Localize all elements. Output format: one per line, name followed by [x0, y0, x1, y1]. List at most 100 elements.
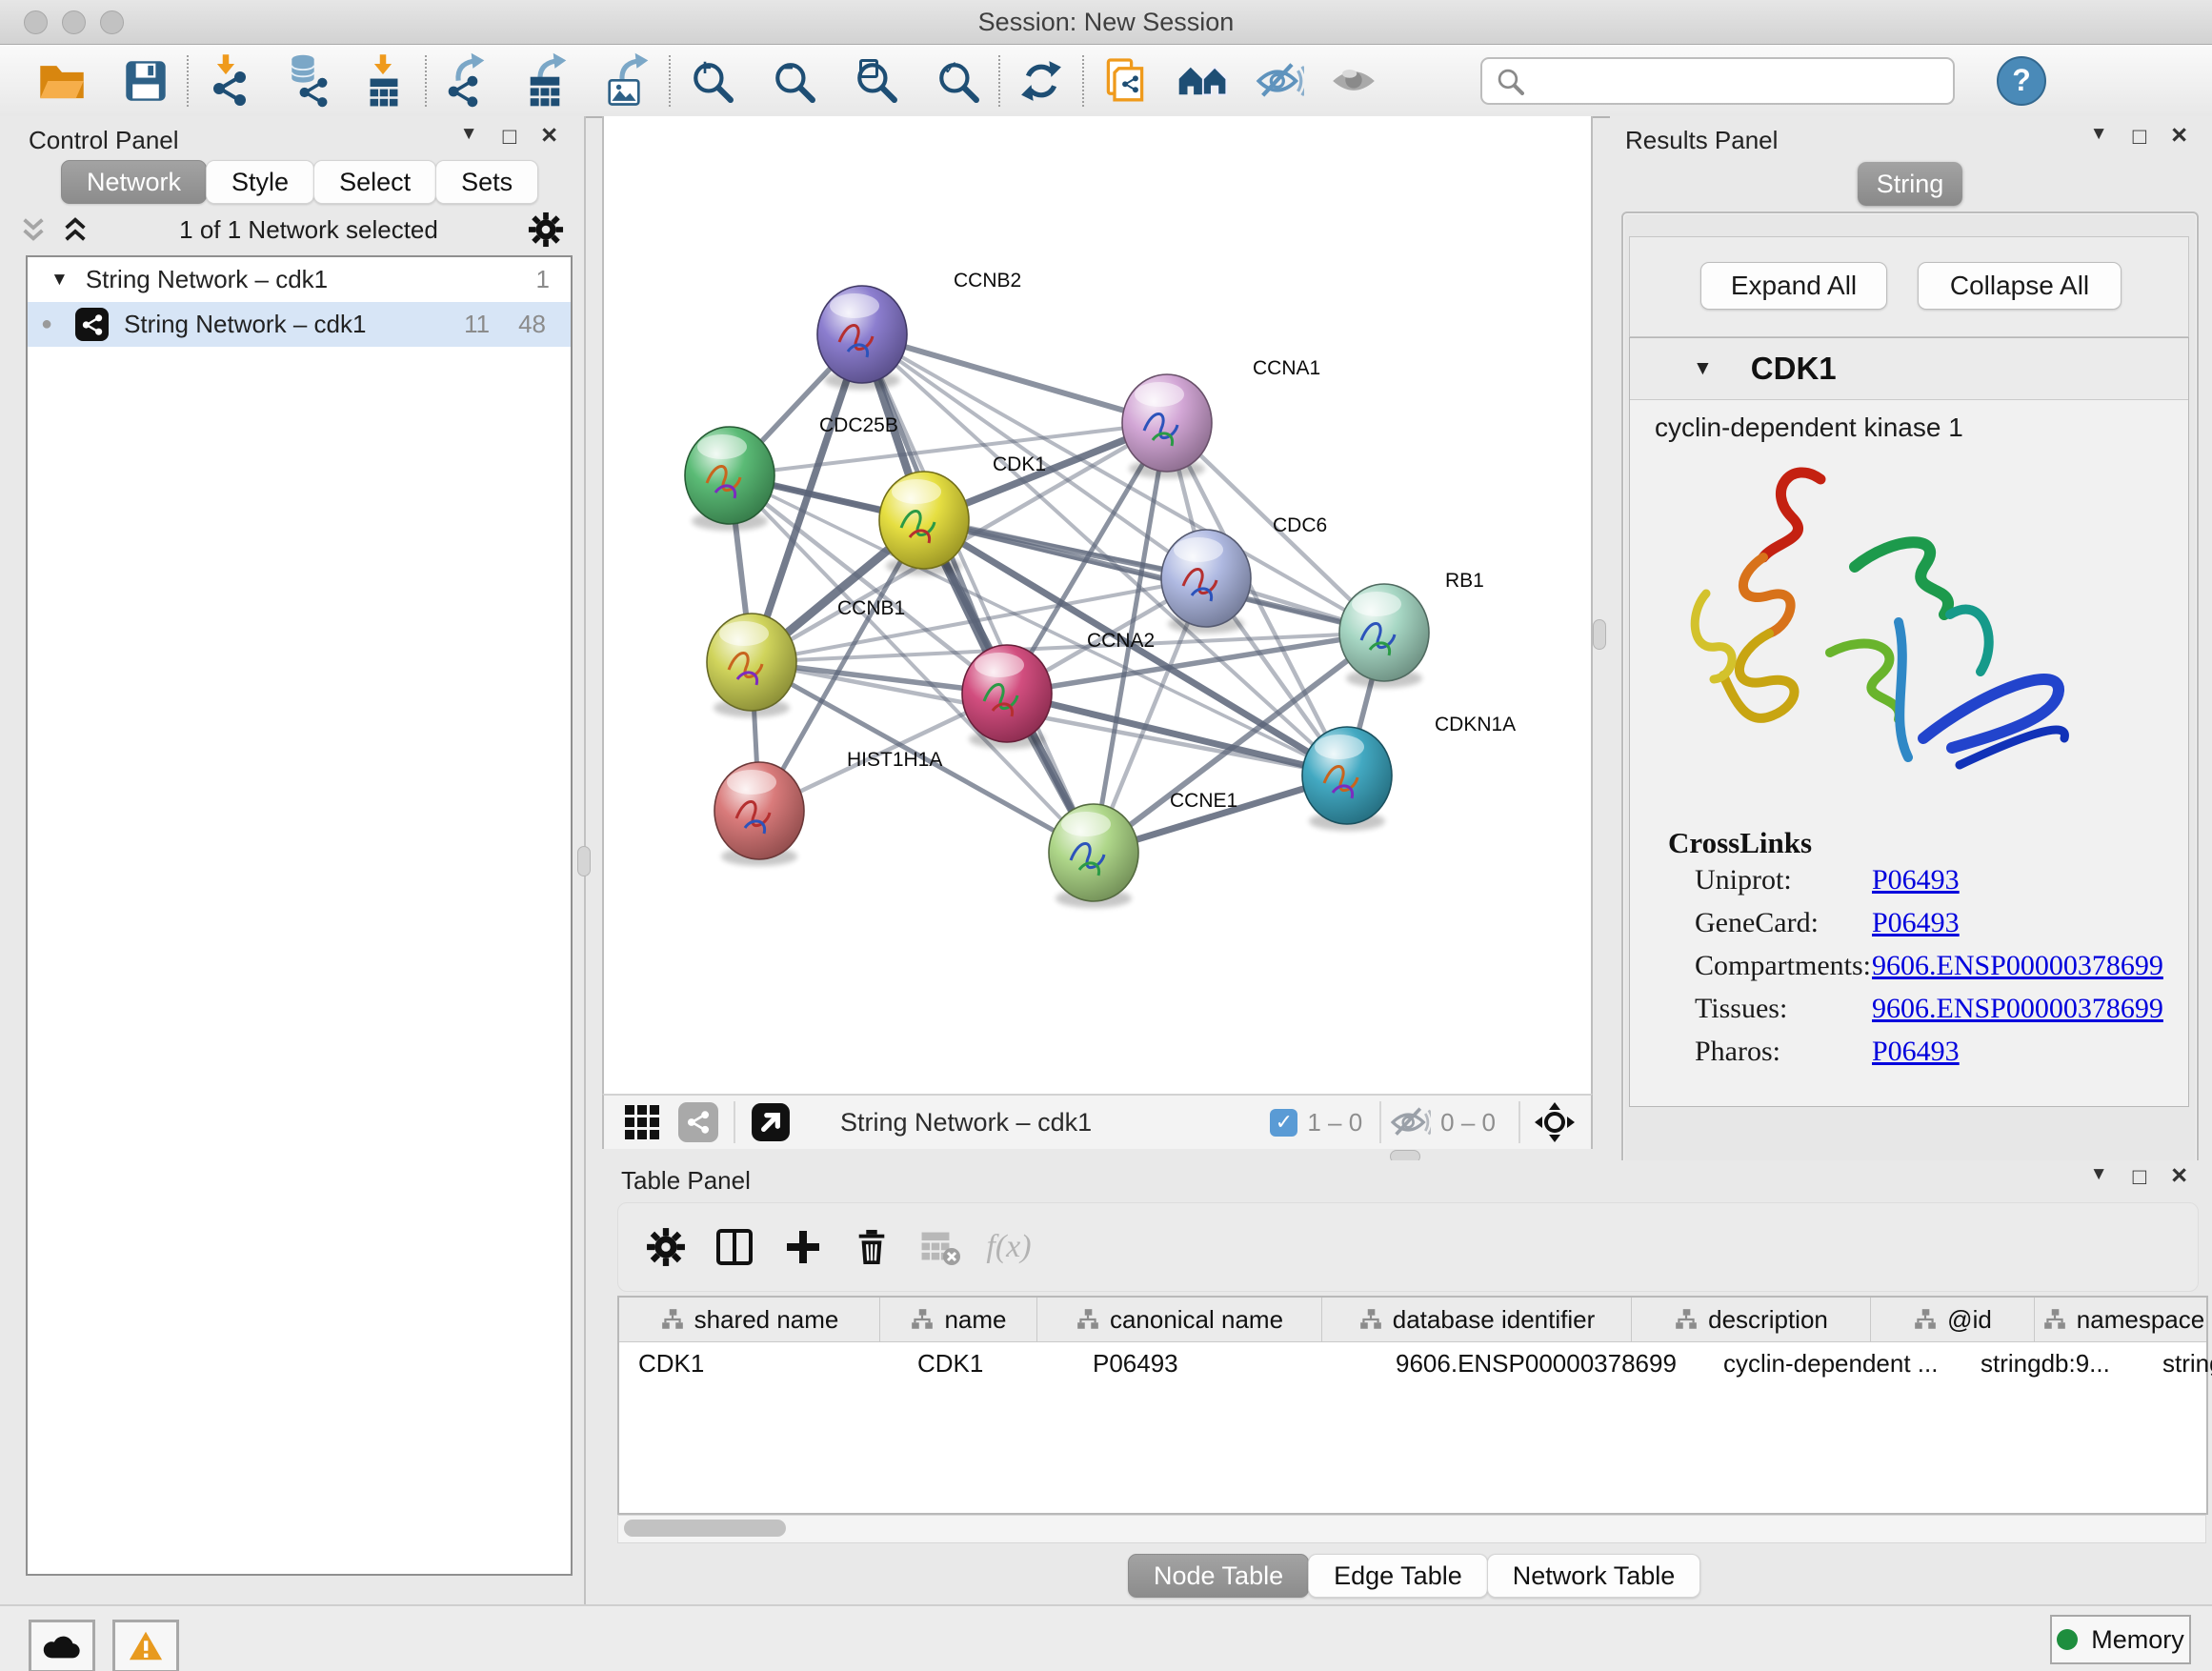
footer-separator	[734, 1101, 735, 1143]
table-cell[interactable]: CDK1	[898, 1342, 1074, 1385]
help-button[interactable]: ?	[1997, 56, 2046, 106]
table-cell[interactable]: cyclin-dependent ...	[1704, 1342, 1961, 1385]
tab-node-table[interactable]: Node Table	[1128, 1554, 1309, 1598]
warnings-button[interactable]	[112, 1620, 179, 1671]
triangle-down-icon[interactable]: ▼	[1693, 357, 1713, 380]
table-cell[interactable]: 9606.ENSP00000378699	[1377, 1342, 1704, 1385]
network-node-RB1[interactable]: RB1	[1339, 570, 1484, 688]
network-collection-row[interactable]: ▼ String Network – cdk1 1	[28, 257, 571, 302]
birdseye-button[interactable]	[623, 1103, 661, 1141]
crosslink-link[interactable]: P06493	[1872, 1036, 1960, 1078]
node-label: CCNA1	[1253, 357, 1320, 379]
results-panel-collapse-icon[interactable]: ▼	[2090, 124, 2108, 151]
network-node-HIST1H1A[interactable]: HIST1H1A	[714, 749, 942, 866]
scrollbar-thumb[interactable]	[624, 1520, 786, 1537]
network-edge[interactable]	[862, 334, 1167, 423]
network-row[interactable]: ● String Network – cdk1 11 48	[28, 302, 571, 347]
crosslink-link[interactable]: P06493	[1872, 864, 1960, 907]
column-header-shared-name[interactable]: shared name	[619, 1298, 880, 1341]
table-settings-button[interactable]	[632, 1227, 700, 1267]
gear-icon[interactable]	[528, 211, 564, 248]
zoom-selected-button[interactable]: ✓	[930, 51, 985, 111]
triangle-down-icon[interactable]: ▼	[50, 270, 69, 291]
save-session-button[interactable]	[118, 51, 173, 111]
column-header-namespace[interactable]: namespace	[2035, 1298, 2212, 1341]
show-all-button[interactable]	[1326, 51, 1381, 111]
control-panel-collapse-icon[interactable]: ▼	[460, 124, 478, 151]
left-splitter-grip[interactable]	[577, 846, 591, 876]
hide-selected-button[interactable]	[1252, 51, 1307, 111]
tab-edge-table[interactable]: Edge Table	[1308, 1554, 1488, 1598]
refresh-network-button[interactable]	[1014, 51, 1069, 111]
tab-select[interactable]: Select	[313, 160, 436, 204]
table-panel-collapse-icon[interactable]: ▼	[2090, 1164, 2108, 1191]
add-row-button[interactable]	[769, 1228, 837, 1266]
tab-style[interactable]: Style	[206, 160, 314, 204]
table-panel-close-icon[interactable]: ×	[2171, 1164, 2187, 1191]
table-cell[interactable]: CDK1	[619, 1342, 898, 1385]
results-panel-float-icon[interactable]: □	[2133, 124, 2147, 151]
column-header-canonical-name[interactable]: canonical name	[1037, 1298, 1322, 1341]
delete-table-button-disabled[interactable]	[906, 1228, 975, 1266]
column-header-database-identifier[interactable]: database identifier	[1322, 1298, 1632, 1341]
node-count: 11	[464, 310, 490, 339]
tab-network[interactable]: Network	[61, 160, 207, 204]
tab-network-table[interactable]: Network Table	[1487, 1554, 1701, 1598]
control-panel-close-icon[interactable]: ×	[541, 124, 557, 151]
table-horizontal-scrollbar[interactable]	[617, 1515, 2206, 1543]
share-view-button[interactable]	[678, 1102, 718, 1142]
results-panel-close-icon[interactable]: ×	[2171, 124, 2187, 151]
right-splitter-grip[interactable]	[1593, 619, 1606, 650]
import-network-button[interactable]	[202, 51, 257, 111]
export-table-button[interactable]	[520, 51, 575, 111]
check-glyph: ✓	[1276, 1110, 1293, 1135]
crosslink-link[interactable]: 9606.ENSP00000378699	[1872, 950, 2163, 993]
recenter-button[interactable]	[1534, 1101, 1576, 1143]
collection-count: 1	[536, 265, 550, 294]
homes-button[interactable]	[1176, 51, 1231, 111]
crosslink-link[interactable]: 9606.ENSP00000378699	[1872, 993, 2163, 1036]
table-cell[interactable]: stringdb	[2143, 1342, 2212, 1385]
selected-checkbox[interactable]: ✓	[1270, 1109, 1297, 1137]
open-in-window-button[interactable]	[751, 1102, 791, 1142]
zoom-out-button[interactable]: −	[766, 51, 821, 111]
collapse-all-icon[interactable]	[19, 215, 48, 244]
network-node-CDC25B[interactable]: CDC25B	[685, 414, 898, 531]
search-field[interactable]	[1480, 57, 1955, 105]
column-header-name[interactable]: name	[880, 1298, 1037, 1341]
expand-all-button[interactable]: Expand All	[1700, 262, 1887, 310]
control-panel-float-icon[interactable]: □	[503, 124, 517, 151]
share-document-button[interactable]	[1097, 51, 1153, 111]
delete-button[interactable]	[837, 1228, 906, 1266]
table-cell[interactable]: P06493	[1074, 1342, 1377, 1385]
tab-string[interactable]: String	[1858, 162, 1962, 206]
cloud-status-button[interactable]	[29, 1620, 95, 1671]
collapse-all-button[interactable]: Collapse All	[1918, 262, 2122, 310]
add-column-button[interactable]	[700, 1228, 769, 1266]
table-panel-float-icon[interactable]: □	[2133, 1164, 2147, 1191]
function-builder-button-disabled[interactable]: f(x)	[975, 1229, 1043, 1265]
zoom-fit-button[interactable]	[848, 51, 903, 111]
memory-button[interactable]: Memory	[2050, 1615, 2191, 1664]
export-image-button[interactable]	[600, 51, 655, 111]
tab-sets[interactable]: Sets	[435, 160, 538, 204]
network-node-CCNE1[interactable]: CCNE1	[1049, 790, 1237, 908]
search-input[interactable]	[1534, 66, 1953, 95]
crosslink-link[interactable]: P06493	[1872, 907, 1960, 950]
export-network-button[interactable]	[440, 51, 495, 111]
network-node-CDKN1A[interactable]: CDKN1A	[1302, 714, 1516, 831]
gene-header[interactable]: ▼ CDK1	[1630, 338, 2188, 400]
network-node-CDC6[interactable]: CDC6	[1161, 514, 1327, 634]
zoom-in-button[interactable]: +	[684, 51, 739, 111]
open-session-button[interactable]	[34, 51, 90, 111]
import-table-button[interactable]	[356, 51, 412, 111]
column-header--id[interactable]: @id	[1871, 1298, 2035, 1341]
network-node-CCNA1[interactable]: CCNA1	[1122, 357, 1320, 478]
table-cell[interactable]: stringdb:9...	[1961, 1342, 2143, 1385]
network-edge[interactable]	[862, 334, 1094, 853]
network-view[interactable]: CCNB2CCNA1CDC25BCDK1CDC6RB1CCNB1CCNA2HIS…	[602, 116, 1593, 1094]
import-network-from-database-button[interactable]	[278, 51, 333, 111]
column-header-description[interactable]: description	[1632, 1298, 1871, 1341]
expand-all-icon[interactable]	[61, 215, 90, 244]
table-row[interactable]: CDK1CDK1P064939606.ENSP00000378699cyclin…	[619, 1342, 2206, 1385]
